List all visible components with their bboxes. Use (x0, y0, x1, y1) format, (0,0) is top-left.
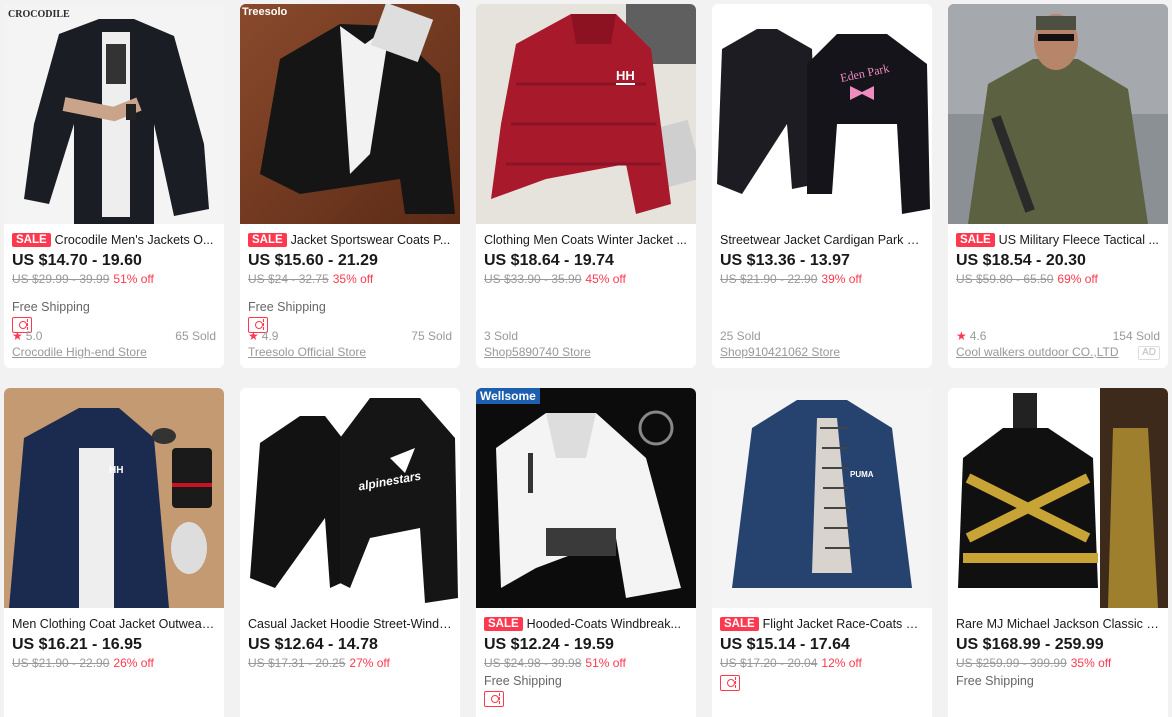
logo-mark: PUMA (850, 470, 874, 479)
product-image[interactable] (948, 4, 1168, 224)
product-image[interactable]: PUMA (712, 388, 932, 608)
discount-label: 26% off (113, 656, 154, 670)
rating: 4.9 (261, 329, 279, 343)
store-link[interactable]: Cool walkers outdoor CO.,LTD (956, 344, 1128, 360)
product-card[interactable]: SALE US Military Fleece Tactical ... US $… (948, 4, 1168, 368)
product-price: US $12.24 - 19.59 (484, 636, 614, 653)
store-link[interactable]: Shop5890740 Store (484, 344, 688, 360)
product-image[interactable]: HH (476, 4, 696, 224)
discount-label: 69% off (1057, 272, 1098, 286)
sold-count: 75 Sold (411, 329, 452, 343)
product-price: US $16.21 - 16.95 (12, 636, 142, 653)
original-price: US $259.99 - 399.99 (956, 656, 1067, 670)
discount-label: 35% off (1070, 656, 1112, 670)
sale-badge: SALE (12, 233, 51, 247)
product-card[interactable]: Eden Park Streetwear Jacket Cardigan Par… (712, 4, 932, 368)
product-title[interactable]: SALE US Military Fleece Tactical ... (956, 232, 1160, 248)
discount-label: 12% off (821, 656, 862, 670)
product-image[interactable]: CROCODILE (4, 4, 224, 224)
star-icon: ★ (956, 329, 967, 343)
product-price: US $15.14 - 17.64 (720, 636, 850, 653)
product-title[interactable]: SALE Hooded-Coats Windbreak... (484, 616, 688, 632)
product-card[interactable]: CROCODILE SALE Crocodile Men's Jackets O.… (4, 4, 224, 368)
sold-count: 154 Sold (1112, 329, 1160, 343)
original-price: US $24.98 - 39.98 (484, 656, 582, 670)
store-link[interactable]: Treesolo Official Store (248, 344, 452, 360)
product-price: US $12.64 - 14.78 (248, 636, 378, 653)
product-title[interactable]: Casual Jacket Hoodie Street-Windb... (248, 616, 452, 632)
logo-mark: HH (109, 465, 124, 476)
brand-logo-text: CROCODILE (8, 9, 70, 20)
product-card[interactable]: Treesolo SALE Jacket Sportswear Coats P..… (240, 4, 460, 368)
discount-label: 45% off (585, 272, 626, 286)
product-card[interactable]: HH Clothing Men Coats Winter Jacket ... … (476, 4, 696, 368)
discount-label: 39% off (821, 272, 862, 286)
sold-count: 25 Sold (720, 329, 761, 343)
sale-badge: SALE (720, 617, 759, 631)
original-price: US $17.31 - 20.25 (248, 656, 346, 670)
shipping-label: Free Shipping (12, 300, 90, 314)
product-image[interactable] (948, 388, 1168, 608)
brand-logo: Wellsome (476, 388, 540, 404)
product-card[interactable]: Wellsome SALE Hooded-Coats Windbreak... U… (476, 388, 696, 717)
product-price: US $13.36 - 13.97 (720, 252, 850, 269)
product-title[interactable]: Clothing Men Coats Winter Jacket ... (484, 232, 688, 248)
product-title[interactable]: SALE Flight Jacket Race-Coats M... (720, 616, 924, 632)
product-image[interactable]: alpinestars (240, 388, 460, 608)
sold-count: 3 Sold (484, 329, 519, 343)
sale-badge: SALE (248, 233, 287, 247)
product-image[interactable]: Wellsome (476, 388, 696, 608)
product-title[interactable]: Rare MJ Michael Jackson Classic JA... (956, 616, 1160, 632)
store-link[interactable]: Crocodile High-end Store (12, 344, 216, 360)
product-title[interactable]: Streetwear Jacket Cardigan Park C... (720, 232, 924, 248)
shipping-label: Free Shipping (484, 674, 562, 688)
store-link[interactable]: Shop910421062 Store (720, 344, 924, 360)
discount-label: 35% off (332, 272, 374, 286)
coupon-icon (720, 675, 740, 691)
product-card[interactable]: alpinestars Casual Jacket Hoodie Street-… (240, 388, 460, 717)
product-price: US $168.99 - 259.99 (956, 636, 1104, 653)
product-card[interactable]: HH Men Clothing Coat Jacket Outwear ... … (4, 388, 224, 717)
product-title[interactable]: SALE Crocodile Men's Jackets O... (12, 232, 216, 248)
brand-logo: Treesolo (242, 6, 288, 18)
original-price: US $21.90 - 22.90 (720, 272, 818, 286)
ad-badge: AD (1138, 346, 1160, 360)
product-image[interactable]: Treesolo (240, 4, 460, 224)
star-icon: ★ (12, 329, 23, 343)
shipping-label: Free Shipping (956, 674, 1034, 688)
product-price: US $18.64 - 19.74 (484, 252, 614, 269)
product-card[interactable]: PUMA SALE Flight Jacket Race-Coats M... U… (712, 388, 932, 717)
original-price: US $33.90 - 35.90 (484, 272, 582, 286)
sale-badge: SALE (484, 617, 523, 631)
original-price: US $24 - 32.75 (248, 272, 329, 286)
brand-logo: CROCODILE (6, 8, 72, 21)
star-icon: ★ (248, 329, 259, 343)
original-price: US $21.90 - 22.90 (12, 656, 110, 670)
original-price: US $29.99 - 39.99 (12, 272, 110, 286)
product-grid: CROCODILE SALE Crocodile Men's Jackets O.… (0, 0, 1172, 717)
original-price: US $59.80 - 65.50 (956, 272, 1054, 286)
discount-label: 27% off (349, 656, 390, 670)
product-title[interactable]: SALE Jacket Sportswear Coats P... (248, 232, 452, 248)
product-price: US $18.54 - 20.30 (956, 252, 1086, 269)
product-image[interactable]: HH (4, 388, 224, 608)
product-card[interactable]: Rare MJ Michael Jackson Classic JA... US… (948, 388, 1168, 717)
discount-label: 51% off (585, 656, 626, 670)
rating: 4.6 (969, 329, 987, 343)
coupon-icon (484, 691, 504, 707)
logo-mark: HH (616, 68, 635, 85)
product-title[interactable]: Men Clothing Coat Jacket Outwear ... (12, 616, 216, 632)
product-image[interactable]: Eden Park (712, 4, 932, 224)
original-price: US $17.20 - 20.04 (720, 656, 818, 670)
rating: 5.0 (25, 329, 43, 343)
product-price: US $15.60 - 21.29 (248, 252, 378, 269)
product-price: US $14.70 - 19.60 (12, 252, 142, 269)
sold-count: 65 Sold (175, 329, 216, 343)
sale-badge: SALE (956, 233, 995, 247)
shipping-label: Free Shipping (248, 300, 326, 314)
discount-label: 51% off (113, 272, 154, 286)
